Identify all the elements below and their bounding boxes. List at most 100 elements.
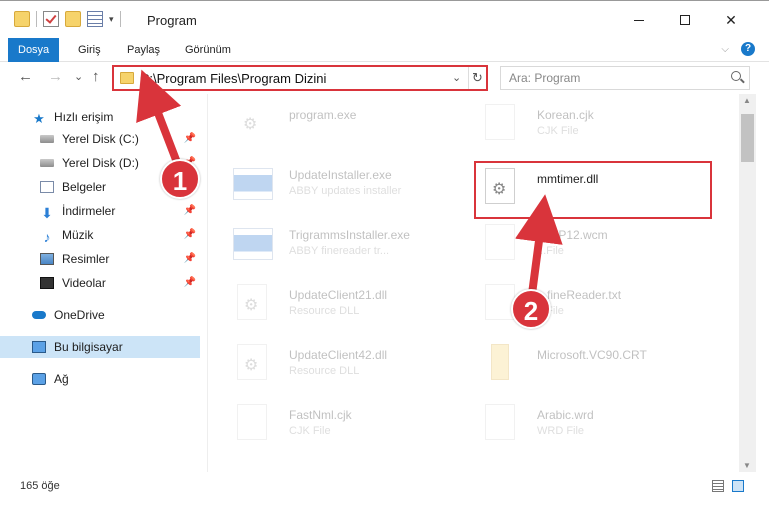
address-path[interactable]: C:\Program Files\Program Dizini bbox=[140, 71, 326, 86]
file-name: FastNml.cjk bbox=[289, 408, 352, 422]
title-bar: ▾ Program ✕ bbox=[0, 0, 769, 38]
pin-icon[interactable]: 📌 bbox=[184, 277, 196, 288]
file-type: ...File bbox=[537, 245, 564, 257]
recent-locations-icon[interactable]: ⌄ bbox=[74, 70, 83, 83]
list-item[interactable]: UpdateClient42.dll Resource DLL bbox=[225, 338, 465, 388]
minimize-icon bbox=[634, 19, 644, 21]
computer-icon bbox=[32, 341, 46, 353]
file-icon bbox=[237, 404, 267, 440]
sidebar-item-network[interactable]: Ağ bbox=[0, 368, 200, 390]
star-icon: ★ bbox=[33, 111, 45, 126]
ribbon-controls: ⌵ ? bbox=[721, 42, 755, 56]
close-icon: ✕ bbox=[725, 11, 737, 28]
back-arrow-icon[interactable]: ← bbox=[18, 68, 33, 85]
list-item[interactable]: UpdateClient21.dll Resource DLL bbox=[225, 278, 465, 328]
minimize-button[interactable] bbox=[616, 1, 662, 39]
pictures-icon bbox=[40, 253, 54, 265]
list-item[interactable]: FastNml.cjk CJK File bbox=[225, 398, 465, 448]
properties-icon[interactable] bbox=[87, 11, 103, 27]
file-type: ABBY updates installer bbox=[289, 185, 402, 197]
network-icon bbox=[32, 373, 46, 385]
file-name: ...WP12.wcm bbox=[537, 228, 608, 242]
tab-view[interactable]: Görünüm bbox=[175, 38, 241, 62]
pin-icon[interactable]: 📌 bbox=[184, 133, 196, 144]
file-name: ...fineReader.txt bbox=[537, 288, 622, 302]
videos-icon bbox=[40, 277, 54, 289]
file-icon bbox=[485, 224, 515, 260]
maximize-icon bbox=[680, 15, 690, 25]
item-count: 165 öğe bbox=[20, 480, 60, 492]
search-input[interactable]: Ara: Program bbox=[500, 66, 750, 90]
list-item[interactable]: Microsoft.VC90.CRT bbox=[473, 338, 713, 388]
divider bbox=[119, 11, 121, 27]
list-item[interactable]: program.exe bbox=[225, 98, 465, 148]
sidebar-item-label: Resimler bbox=[62, 252, 110, 266]
sidebar-item-local-disk-c[interactable]: Yerel Disk (C:) 📌 bbox=[0, 128, 200, 150]
properties-check-icon[interactable] bbox=[43, 11, 59, 27]
file-icon bbox=[485, 404, 515, 440]
pin-icon[interactable]: 📌 bbox=[184, 229, 196, 240]
sidebar-item-label: Bu bilgisayar bbox=[54, 340, 123, 354]
pin-icon[interactable]: 📌 bbox=[184, 253, 196, 264]
maximize-button[interactable] bbox=[662, 1, 708, 39]
file-name: UpdateClient42.dll bbox=[289, 348, 388, 362]
file-type: ABBY finereader tr... bbox=[289, 245, 390, 257]
scroll-down-icon[interactable]: ▼ bbox=[743, 461, 751, 470]
refresh-icon[interactable]: ↻ bbox=[468, 67, 486, 89]
vertical-scrollbar[interactable]: ▲ ▼ bbox=[739, 94, 756, 472]
address-bar[interactable]: C:\Program Files\Program Dizini ⌄ ↻ bbox=[112, 65, 488, 91]
file-type: Resource DLL bbox=[289, 305, 360, 317]
file-name: Korean.cjk bbox=[537, 108, 594, 122]
scroll-thumb[interactable] bbox=[741, 114, 754, 162]
up-arrow-icon[interactable]: ↑ bbox=[92, 68, 100, 85]
tab-share[interactable]: Paylaş bbox=[117, 38, 170, 62]
file-name: UpdateClient21.dll bbox=[289, 288, 388, 302]
disk-icon bbox=[40, 135, 54, 143]
sidebar-item-quick-access[interactable]: ★ Hızlı erişim bbox=[0, 106, 200, 128]
sidebar-item-music[interactable]: ♪ Müzik 📌 bbox=[0, 224, 200, 246]
list-item[interactable]: ...fineReader.txt ...File bbox=[473, 278, 713, 328]
folder-icon bbox=[491, 344, 509, 380]
sidebar-item-onedrive[interactable]: OneDrive bbox=[0, 304, 200, 326]
pin-icon[interactable]: 📌 bbox=[184, 205, 196, 216]
forward-arrow-icon[interactable]: → bbox=[48, 68, 63, 85]
file-name: Arabic.wrd bbox=[537, 408, 594, 422]
file-icon bbox=[485, 104, 515, 140]
file-name: Microsoft.VC90.CRT bbox=[537, 348, 647, 362]
disk-icon bbox=[40, 159, 54, 167]
list-item[interactable]: ...WP12.wcm ...File bbox=[473, 218, 713, 268]
folder-icon[interactable] bbox=[14, 11, 30, 27]
details-view-icon[interactable] bbox=[712, 480, 724, 492]
tab-home[interactable]: Giriş bbox=[68, 38, 111, 62]
file-name: UpdateInstaller.exe bbox=[289, 168, 392, 182]
sidebar-item-this-pc[interactable]: Bu bilgisayar bbox=[0, 336, 200, 358]
folder-icon bbox=[120, 72, 134, 84]
close-button[interactable]: ✕ bbox=[708, 1, 754, 39]
large-icons-view-icon[interactable] bbox=[732, 480, 744, 492]
tab-file[interactable]: Dosya bbox=[8, 38, 60, 62]
scroll-up-icon[interactable]: ▲ bbox=[743, 96, 751, 105]
dll-icon bbox=[237, 344, 267, 380]
sidebar-item-label: Belgeler bbox=[62, 180, 107, 194]
list-item[interactable]: TrigrammsInstaller.exe ABBY finereader t… bbox=[225, 218, 465, 268]
new-folder-icon[interactable] bbox=[65, 11, 81, 27]
sidebar-item-label: Videolar bbox=[62, 276, 106, 290]
expand-ribbon-icon[interactable]: ⌵ bbox=[721, 44, 729, 55]
dll-icon bbox=[237, 284, 267, 320]
sidebar-item-downloads[interactable]: ⬇ İndirmeler 📌 bbox=[0, 200, 200, 222]
installer-icon bbox=[233, 228, 273, 260]
list-item[interactable]: Korean.cjk CJK File bbox=[473, 98, 713, 148]
sidebar-item-videos[interactable]: Videolar 📌 bbox=[0, 272, 200, 294]
file-type: Resource DLL bbox=[289, 365, 360, 377]
customize-qat-dropdown-icon[interactable]: ▾ bbox=[109, 14, 114, 25]
help-icon[interactable]: ? bbox=[741, 42, 755, 56]
search-icon[interactable] bbox=[731, 71, 741, 81]
list-item[interactable]: UpdateInstaller.exe ABBY updates install… bbox=[225, 158, 465, 208]
file-type: CJK File bbox=[537, 125, 579, 137]
sidebar-item-pictures[interactable]: Resimler 📌 bbox=[0, 248, 200, 270]
sidebar-item-label: Ağ bbox=[54, 372, 69, 386]
file-highlight-box bbox=[474, 161, 712, 219]
address-dropdown-icon[interactable]: ⌄ bbox=[452, 71, 461, 84]
list-item[interactable]: Arabic.wrd WRD File bbox=[473, 398, 713, 448]
file-type: CJK File bbox=[289, 425, 331, 437]
